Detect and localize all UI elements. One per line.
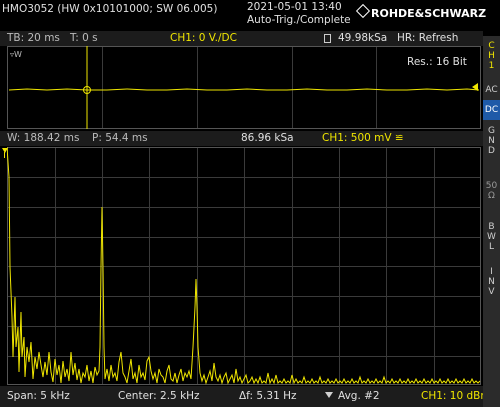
spectrum-trace [7,147,481,385]
impedance-50-button[interactable]: 50 [483,181,500,191]
trigger-status: Auto-Trig./Complete [247,14,351,26]
brand-logo: ROHDE&SCHWARZ [355,3,487,20]
channel-label: C [488,41,495,51]
ground-button-letter[interactable]: N [483,136,500,146]
spectrum-reference-marker[interactable] [2,148,8,153]
spectrum-ref-line [4,152,5,158]
coupling-ac-button[interactable]: AC [483,80,500,100]
fft-window-width[interactable]: W: 188.42 ms [7,132,79,144]
right-arrow-icon [472,83,478,91]
bandwidth-limit-button-letter[interactable]: B [483,222,500,232]
fft-sample-rate: 86.96 kSa [241,132,294,144]
invert-button-letter[interactable]: V [483,287,500,297]
channel1-reference-level[interactable]: CH1: 10 dBm [421,390,491,402]
coupling-dc-button[interactable]: DC [483,100,500,120]
resolution-label: Res.: 16 Bit [407,56,467,68]
frequency-resolution: Δf: 5.31 Hz [239,390,297,402]
brand-diamond-icon [355,3,371,19]
span-setting[interactable]: Span: 5 kHz [7,390,70,402]
datetime: 2021-05-01 13:40 [247,1,342,13]
trigger-time[interactable]: T: 0 s [70,32,98,44]
spectrum-trace-line [7,147,481,385]
channel1-coupling-setting[interactable]: CH1: 0 V./DC [170,32,237,44]
ground-button-letter[interactable]: G [483,126,500,136]
center-frequency[interactable]: Center: 2.5 kHz [118,390,200,402]
memory-icon [324,34,331,43]
sample-rate: 49.98kSa [338,32,388,44]
time-view-marker: ▿W [10,50,22,59]
ground-button-letter[interactable]: D [483,146,500,156]
channel-label: H [488,51,495,61]
timebase-setting[interactable]: TB: 20 ms [7,32,60,44]
bandwidth-limit-button-letter[interactable]: L [483,242,500,252]
invert-button-letter[interactable]: I [483,267,500,277]
invert-button-letter[interactable]: N [483,277,500,287]
channel1-scale[interactable]: CH1: 500 mV ≌ [322,132,404,144]
fft-window-position[interactable]: P: 54.4 ms [92,132,148,144]
brand-name: ROHDE&SCHWARZ [371,7,487,20]
chevron-down-icon[interactable] [325,392,333,398]
instrument-info: HMO3052 (HW 0x10101000; SW 06.005) [2,3,218,15]
channel-label: 1 [488,61,495,71]
averaging-count[interactable]: Avg. #2 [338,390,380,402]
acquisition-mode[interactable]: HR: Refresh [397,32,458,44]
time-trace-line [8,88,480,91]
ohm-symbol: Ω [488,191,495,201]
channel-sidebar: C H 1 AC DC G N D 50 Ω B W L I N V [483,36,500,407]
bandwidth-limit-button-letter[interactable]: W [483,232,500,242]
